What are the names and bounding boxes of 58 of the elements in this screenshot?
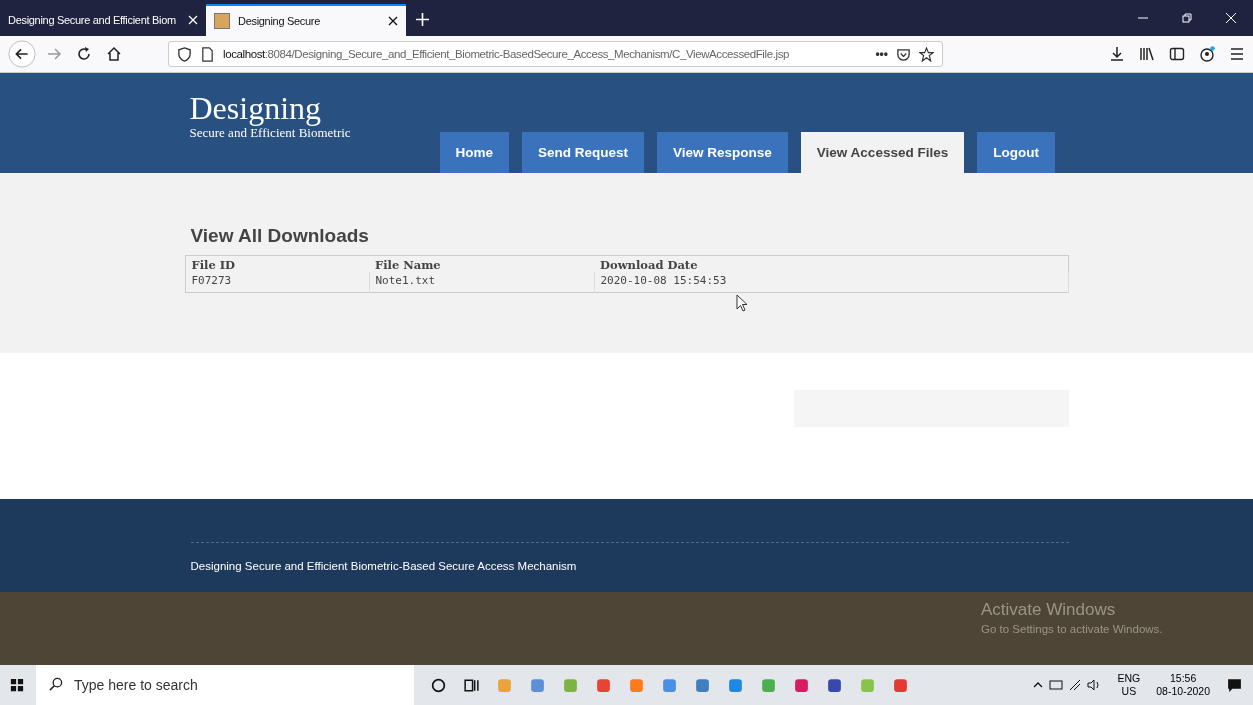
column-header: File Name: [369, 255, 594, 272]
nav-tab[interactable]: View Response: [657, 132, 788, 173]
nav-tab[interactable]: View Accessed Files: [800, 132, 965, 173]
site-subtitle: Secure and Efficient Biometric: [189, 125, 352, 141]
activation-title: Activate Windows: [981, 600, 1117, 620]
windows-start-icon[interactable]: [10, 678, 24, 692]
region-indicator[interactable]: US: [1121, 685, 1137, 698]
site-title: Designing: [189, 91, 323, 125]
app-icon[interactable]: [892, 676, 909, 694]
mouse-pointer-icon: [736, 294, 748, 312]
browser-tab[interactable]: Designing Secure: [206, 4, 406, 36]
column-header: File ID: [185, 255, 369, 272]
app-icon[interactable]: [529, 676, 546, 694]
table-cell: F07273: [185, 272, 369, 293]
account-icon[interactable]: [1199, 46, 1215, 62]
new-tab-icon[interactable]: [416, 13, 429, 26]
close-icon[interactable]: [388, 16, 398, 26]
site-favicon-icon: [214, 13, 230, 29]
pocket-icon[interactable]: [896, 46, 911, 62]
back-icon[interactable]: [8, 40, 36, 68]
nav-tab[interactable]: Send Request: [522, 132, 645, 173]
star-icon[interactable]: [919, 46, 934, 62]
nav-tab[interactable]: Home: [439, 132, 509, 173]
home-icon[interactable]: [106, 46, 122, 62]
app-icon[interactable]: [826, 676, 843, 694]
nav-tab[interactable]: Logout: [977, 132, 1055, 173]
activation-message: Go to Settings to activate Windows.: [981, 623, 1164, 635]
shield-icon: [177, 46, 192, 62]
table-cell: Note1.txt: [369, 272, 594, 293]
page-icon: [200, 46, 215, 62]
restore-icon[interactable]: [1181, 12, 1193, 24]
section-heading: View All Downloads: [189, 224, 370, 247]
app-icon[interactable]: [661, 676, 678, 694]
address-bar[interactable]: localhost:8084/Designing_Secure_and_Efficient_Biometric-BasedSecure_Access_Mechanism/C_ViewAccessedFile.jsp •••: [168, 41, 943, 67]
task-view-icon[interactable]: [463, 676, 480, 694]
app-icon[interactable]: [694, 676, 711, 694]
table-cell: 2020-10-08 15:54:53: [594, 272, 1068, 293]
page-actions-menu[interactable]: •••: [875, 47, 888, 61]
app-icon[interactable]: [727, 676, 744, 694]
menu-icon[interactable]: [1229, 46, 1245, 62]
app-icon[interactable]: [595, 676, 612, 694]
column-header: Download Date: [594, 255, 1068, 272]
taskbar-search-field[interactable]: Type here to search: [36, 665, 414, 705]
notifications-icon[interactable]: [1226, 676, 1243, 694]
tray-icons-drawing[interactable]: [1031, 677, 1102, 693]
sidebar-icon[interactable]: [1169, 46, 1185, 62]
cortana-icon[interactable]: [430, 676, 447, 694]
library-icon[interactable]: [1139, 46, 1155, 62]
download-icon[interactable]: [1109, 46, 1125, 62]
search-icon: [48, 677, 63, 692]
reload-icon[interactable]: [76, 46, 92, 62]
clock-date[interactable]: 08-10-2020: [1156, 685, 1210, 698]
clock-time[interactable]: 15:56: [1170, 672, 1197, 685]
browser-tab[interactable]: Designing Secure and Efficient Biom: [0, 4, 206, 36]
app-icon[interactable]: [793, 676, 810, 694]
forward-icon[interactable]: [46, 46, 62, 62]
language-indicator[interactable]: ENG: [1117, 672, 1141, 685]
footer-text: Designing Secure and Efficient Biometric-Based Secure Access Mechanism: [189, 559, 578, 572]
